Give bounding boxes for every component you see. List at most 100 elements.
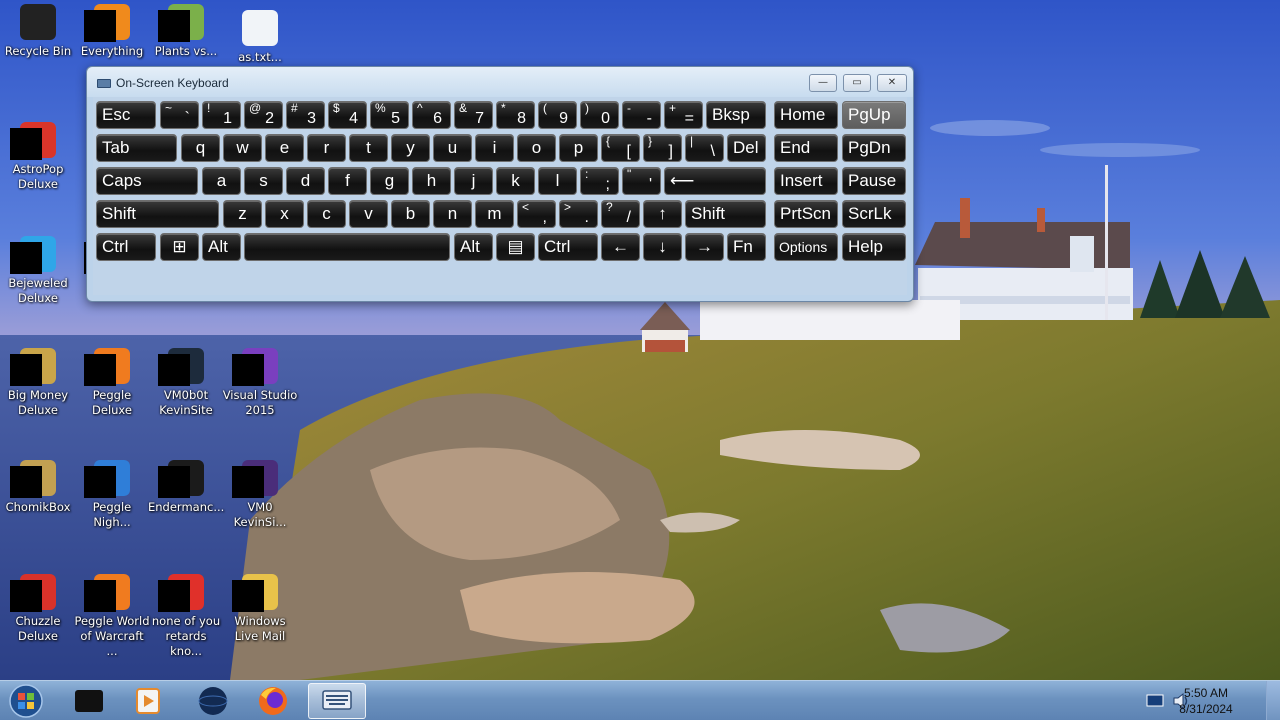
desktop-icon[interactable]: Everything bbox=[74, 4, 150, 59]
key-tab[interactable]: Tab bbox=[96, 134, 177, 162]
media-player-button[interactable] bbox=[122, 683, 176, 719]
start-button[interactable] bbox=[6, 683, 50, 719]
key-9[interactable]: (9 bbox=[538, 101, 577, 129]
key-z[interactable]: z bbox=[223, 200, 262, 228]
desktop-icon[interactable]: Plants vs... bbox=[148, 4, 224, 59]
key-pgup[interactable]: PgUp bbox=[842, 101, 906, 129]
on-screen-keyboard-taskbar-button[interactable] bbox=[308, 683, 366, 719]
key-bksp[interactable]: Bksp bbox=[706, 101, 766, 129]
desktop-icon[interactable]: as.txt... bbox=[222, 10, 298, 65]
key-e[interactable]: e bbox=[265, 134, 304, 162]
key-o[interactable]: o bbox=[517, 134, 556, 162]
network-icon[interactable] bbox=[1146, 693, 1164, 709]
key-ctrl[interactable]: Ctrl bbox=[96, 233, 156, 261]
key-5[interactable]: % 5 bbox=[370, 101, 409, 129]
desktop-icon[interactable]: Recycle Bin bbox=[0, 4, 76, 59]
key-1[interactable]: ! 1 bbox=[202, 101, 241, 129]
key-caps[interactable]: Caps bbox=[96, 167, 198, 195]
key-b[interactable]: b bbox=[391, 200, 430, 228]
key-[interactable]: ▤ bbox=[496, 233, 535, 261]
desktop-icon[interactable]: Peggle World of Warcraft ... bbox=[74, 574, 150, 659]
key-p[interactable]: p bbox=[559, 134, 598, 162]
key-end[interactable]: End bbox=[774, 134, 838, 162]
minimize-button[interactable]: — bbox=[809, 74, 837, 92]
key-[interactable]: " ' bbox=[622, 167, 661, 195]
key-[interactable]: ← bbox=[601, 233, 640, 261]
on-screen-keyboard-window[interactable]: On-Screen Keyboard — ▭ ✕ Esc ~ `! 1 @2 #3 $4% 5… bbox=[86, 66, 914, 302]
key-y[interactable]: y bbox=[391, 134, 430, 162]
key-prtscn[interactable]: PrtScn bbox=[774, 200, 838, 228]
desktop-icon[interactable]: VM0b0t KevinSite bbox=[148, 348, 224, 418]
key-x[interactable]: x bbox=[265, 200, 304, 228]
clock-date[interactable]: 8/31/2024 bbox=[1166, 702, 1246, 716]
key-del[interactable]: Del bbox=[727, 134, 766, 162]
key-[interactable]: <, bbox=[517, 200, 556, 228]
desktop-icon[interactable]: none of you retards kno... bbox=[148, 574, 224, 659]
key-fn[interactable]: Fn bbox=[727, 233, 766, 261]
key-[interactable]: >. bbox=[559, 200, 598, 228]
key-m[interactable]: m bbox=[475, 200, 514, 228]
desktop-icon[interactable]: Chuzzle Deluxe bbox=[0, 574, 76, 644]
key-l[interactable]: l bbox=[538, 167, 577, 195]
key-help[interactable]: Help bbox=[842, 233, 906, 261]
key-t[interactable]: t bbox=[349, 134, 388, 162]
key-a[interactable]: a bbox=[202, 167, 241, 195]
key-j[interactable]: j bbox=[454, 167, 493, 195]
key-ctrl[interactable]: Ctrl bbox=[538, 233, 598, 261]
key-options[interactable]: Options bbox=[774, 233, 838, 261]
key-7[interactable]: & 7 bbox=[454, 101, 493, 129]
key-shift[interactable]: Shift bbox=[96, 200, 219, 228]
key-g[interactable]: g bbox=[370, 167, 409, 195]
key-[interactable]: ~ ` bbox=[160, 101, 199, 129]
key-h[interactable]: h bbox=[412, 167, 451, 195]
taskbar-app-button[interactable] bbox=[62, 683, 116, 719]
firefox-button[interactable] bbox=[246, 683, 300, 719]
key-6[interactable]: ^ 6 bbox=[412, 101, 451, 129]
key-8[interactable]: * 8 bbox=[496, 101, 535, 129]
key-n[interactable]: n bbox=[433, 200, 472, 228]
key-[interactable]: -- bbox=[622, 101, 661, 129]
key-u[interactable]: u bbox=[433, 134, 472, 162]
desktop-icon[interactable]: Peggle Nigh... bbox=[74, 460, 150, 530]
key-w[interactable]: w bbox=[223, 134, 262, 162]
desktop-icon[interactable]: Peggle Deluxe bbox=[74, 348, 150, 418]
key-[interactable]: → bbox=[685, 233, 724, 261]
key-k[interactable]: k bbox=[496, 167, 535, 195]
key-[interactable]: | \ bbox=[685, 134, 724, 162]
desktop-icon[interactable]: ChomikBox bbox=[0, 460, 76, 515]
key-q[interactable]: q bbox=[181, 134, 220, 162]
key-[interactable]: ↑ bbox=[643, 200, 682, 228]
key-r[interactable]: r bbox=[307, 134, 346, 162]
maximize-button[interactable]: ▭ bbox=[843, 74, 871, 92]
key-[interactable]: :; bbox=[580, 167, 619, 195]
key-v[interactable]: v bbox=[349, 200, 388, 228]
key-alt[interactable]: Alt bbox=[202, 233, 241, 261]
key-alt[interactable]: Alt bbox=[454, 233, 493, 261]
key-[interactable]: ↓ bbox=[643, 233, 682, 261]
key-shift[interactable]: Shift bbox=[685, 200, 766, 228]
show-desktop-button[interactable] bbox=[1266, 681, 1280, 720]
desktop-icon[interactable]: Big Money Deluxe bbox=[0, 348, 76, 418]
key-c[interactable]: c bbox=[307, 200, 346, 228]
desktop-icon[interactable]: VM0 KevinSi... bbox=[222, 460, 298, 530]
key-s[interactable]: s bbox=[244, 167, 283, 195]
key-d[interactable]: d bbox=[286, 167, 325, 195]
key-space[interactable] bbox=[244, 233, 450, 261]
key-3[interactable]: #3 bbox=[286, 101, 325, 129]
desktop-icon[interactable]: Windows Live Mail bbox=[222, 574, 298, 644]
key-0[interactable]: ) 0 bbox=[580, 101, 619, 129]
key-scrlk[interactable]: ScrLk bbox=[842, 200, 906, 228]
key-4[interactable]: $4 bbox=[328, 101, 367, 129]
window-titlebar[interactable]: On-Screen Keyboard — ▭ ✕ bbox=[87, 67, 913, 97]
key-pause[interactable]: Pause bbox=[842, 167, 906, 195]
key-[interactable]: ⊞ bbox=[160, 233, 199, 261]
desktop-icon[interactable]: Visual Studio 2015 bbox=[222, 348, 298, 418]
key-[interactable]: + = bbox=[664, 101, 703, 129]
key-i[interactable]: i bbox=[475, 134, 514, 162]
clock-time[interactable]: 5:50 AM bbox=[1166, 686, 1246, 700]
key-[interactable]: ? / bbox=[601, 200, 640, 228]
close-button[interactable]: ✕ bbox=[877, 74, 907, 92]
desktop-icon[interactable]: Bejeweled Deluxe bbox=[0, 236, 76, 306]
key-f[interactable]: f bbox=[328, 167, 367, 195]
desktop-icon[interactable]: Endermanc... bbox=[148, 460, 224, 515]
